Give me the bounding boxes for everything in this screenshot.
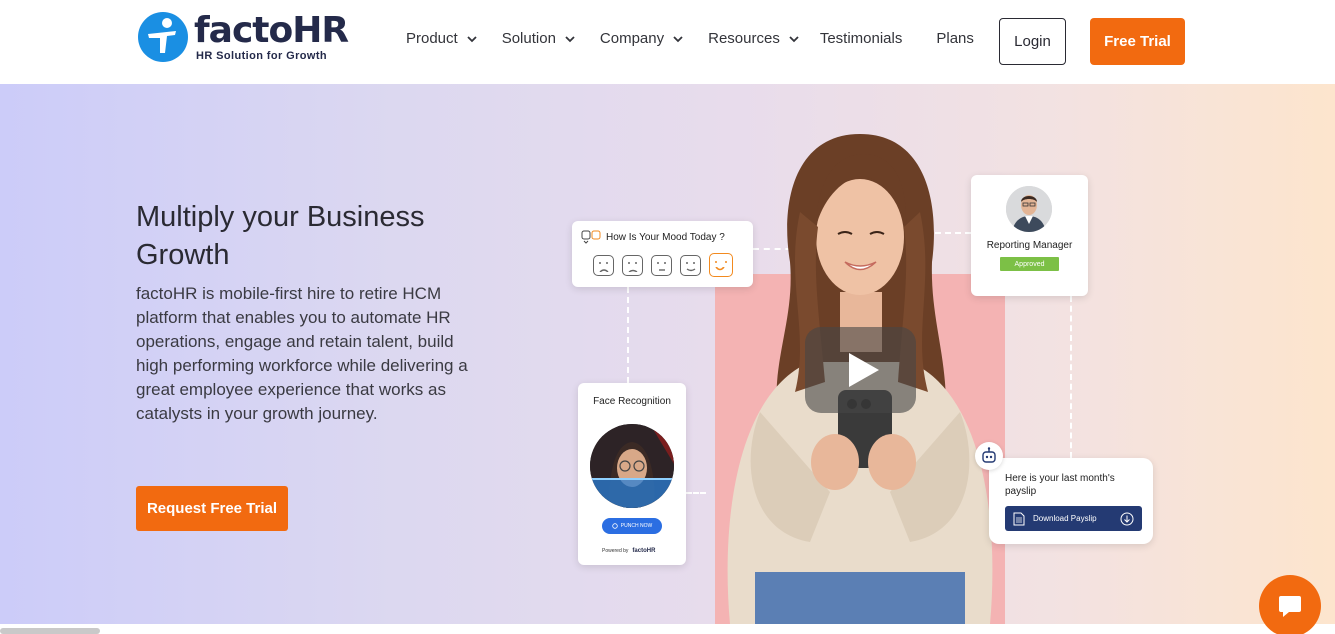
login-button[interactable]: Login — [999, 18, 1066, 65]
nav-resources[interactable]: Resources — [708, 30, 800, 47]
chat-button[interactable] — [1259, 575, 1321, 634]
chat-icon — [1279, 596, 1301, 617]
fingerprint-icon — [612, 523, 618, 529]
mood-card: How Is Your Mood Today ? — [572, 221, 753, 287]
powered-by: Powered by factoHR — [602, 548, 655, 554]
powered-by-brand: factoHR — [632, 548, 656, 554]
nav-plans[interactable]: Plans — [936, 30, 974, 47]
logo-wordmark: factoHR — [194, 9, 349, 51]
main-menu: Product Solution Company Resources Testi… — [406, 30, 974, 47]
nav-product-label: Product — [406, 30, 458, 47]
video-play-button[interactable] — [805, 327, 916, 413]
reporting-manager-card: Reporting Manager Approved — [971, 175, 1088, 296]
brand-logo[interactable]: factoHR HR Solution for Growth — [138, 9, 349, 62]
download-payslip-label: Download Payslip — [1033, 514, 1097, 523]
download-payslip-button[interactable]: Download Payslip — [1005, 506, 1142, 531]
mood-options — [593, 253, 741, 277]
punch-now-button[interactable]: PUNCH NOW — [602, 518, 662, 534]
face-scan-photo — [590, 424, 674, 508]
approved-badge: Approved — [1000, 257, 1059, 271]
hero-section: Multiply your Business Growth factoHR is… — [0, 84, 1335, 624]
mood-sad-icon[interactable] — [622, 255, 643, 276]
request-free-trial-button[interactable]: Request Free Trial — [136, 486, 288, 531]
payslip-message: Here is your last month's payslip — [1005, 473, 1115, 497]
mood-faces-icon — [581, 230, 601, 244]
chevron-down-icon — [789, 35, 799, 42]
connector-line — [627, 287, 629, 383]
mood-very-sad-icon[interactable] — [593, 255, 614, 276]
chevron-down-icon — [565, 35, 575, 42]
chevron-down-icon — [467, 35, 477, 42]
mood-very-happy-icon[interactable] — [709, 253, 733, 277]
face-recognition-card: Face Recognition PUNCH NOW Powered by fa… — [578, 383, 686, 565]
logo-tagline: HR Solution for Growth — [196, 49, 328, 62]
nav-company[interactable]: Company — [600, 30, 684, 47]
mood-happy-icon[interactable] — [680, 255, 701, 276]
manager-avatar — [1006, 186, 1052, 232]
nav-resources-label: Resources — [708, 30, 780, 47]
face-card-title: Face Recognition — [593, 396, 671, 407]
top-navbar: factoHR HR Solution for Growth Product S… — [0, 0, 1335, 84]
powered-by-label: Powered by — [602, 548, 629, 554]
horizontal-scrollbar[interactable] — [0, 628, 100, 634]
logo-person-icon — [138, 12, 188, 62]
mood-card-title: How Is Your Mood Today ? — [606, 232, 725, 243]
download-icon — [1120, 512, 1134, 525]
nav-company-label: Company — [599, 30, 665, 47]
free-trial-button[interactable]: Free Trial — [1090, 18, 1185, 65]
nav-solution-label: Solution — [501, 30, 556, 47]
punch-now-label: PUNCH NOW — [620, 523, 653, 529]
play-icon — [848, 353, 879, 387]
nav-product[interactable]: Product — [406, 30, 478, 47]
hero-description: factoHR is mobile-first hire to retire H… — [136, 284, 468, 423]
connector-line — [1070, 296, 1072, 458]
hero-title: Multiply your Business Growth — [136, 201, 425, 271]
payslip-card: Here is your last month's payslip Downlo… — [989, 458, 1153, 544]
bot-icon — [975, 442, 1003, 470]
document-icon — [1013, 512, 1025, 525]
nav-solution[interactable]: Solution — [502, 30, 576, 47]
manager-card-title: Reporting Manager — [986, 240, 1073, 251]
mood-neutral-icon[interactable] — [651, 255, 672, 276]
nav-testimonials[interactable]: Testimonials — [820, 30, 903, 47]
chevron-down-icon — [673, 35, 683, 42]
